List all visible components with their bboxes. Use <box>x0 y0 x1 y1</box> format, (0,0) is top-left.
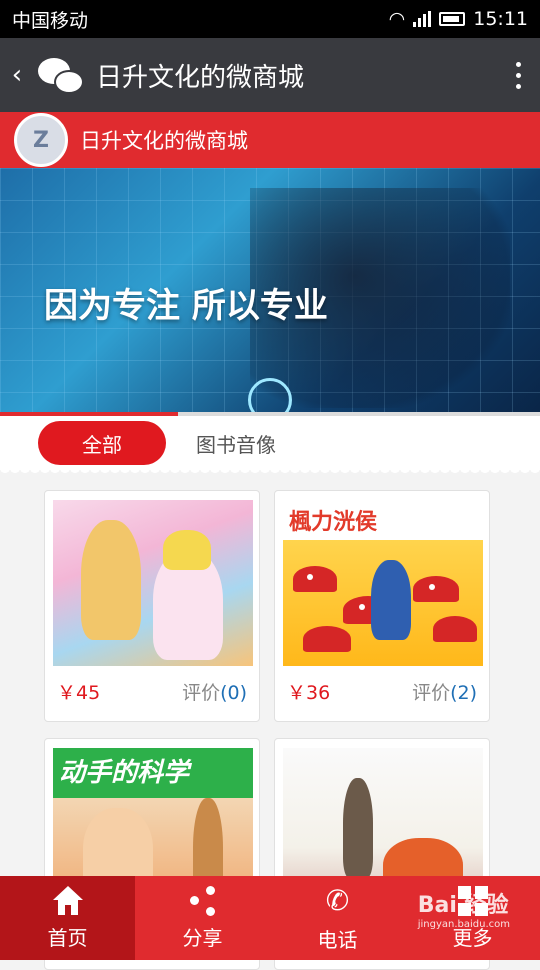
product-card[interactable]: ￥45 评价(0) <box>44 490 260 722</box>
status-icons: ◠ 15:11 <box>389 8 528 30</box>
wifi-icon: ◠ <box>389 8 406 30</box>
product-cover-title: 楓力洸侯 <box>289 504 377 536</box>
nav-share[interactable]: 分享 <box>135 876 270 960</box>
shop-header: Z 日升文化的微商城 <box>0 112 540 168</box>
nav-home-label: 首页 <box>48 922 88 951</box>
nav-phone[interactable]: ✆ 电话 <box>270 876 405 960</box>
category-tabs: 全部 图书音像 <box>0 416 540 470</box>
tab-all[interactable]: 全部 <box>38 421 166 465</box>
product-rating[interactable]: 评价(0) <box>182 678 247 705</box>
nav-share-label: 分享 <box>183 922 223 951</box>
shop-name: 日升文化的微商城 <box>80 125 248 155</box>
more-vertical-icon[interactable] <box>496 62 540 89</box>
app-bar: ‹ 日升文化的微商城 <box>0 38 540 112</box>
product-price: ￥36 <box>287 678 330 705</box>
signal-icon <box>413 11 431 27</box>
promo-banner[interactable]: 因为专注 所以专业 <box>0 168 540 416</box>
nav-home[interactable]: 首页 <box>0 876 135 960</box>
product-price: ￥45 <box>57 678 100 705</box>
share-icon <box>188 886 218 916</box>
phone-icon: ✆ <box>321 884 355 918</box>
watermark: Bai 经验 jingyan.baidu.com <box>418 887 510 930</box>
app-title: 日升文化的微商城 <box>90 57 496 94</box>
product-cover-image: 楓力洸侯 <box>283 500 483 666</box>
status-bar: 中国移动 ◠ 15:11 <box>0 0 540 38</box>
banner-slogan: 因为专注 所以专业 <box>44 278 328 327</box>
product-cover-image <box>53 500 253 666</box>
wechat-icon <box>34 50 90 100</box>
product-rating[interactable]: 评价(2) <box>412 678 477 705</box>
home-icon <box>53 886 83 916</box>
battery-icon <box>439 12 465 26</box>
back-chevron-icon[interactable]: ‹ <box>0 60 34 90</box>
tab-books-audio[interactable]: 图书音像 <box>196 429 276 458</box>
tab-divider <box>0 468 540 478</box>
product-card[interactable]: 楓力洸侯 ￥36 评价(2) <box>274 490 490 722</box>
shop-logo[interactable]: Z <box>14 113 68 167</box>
clock: 15:11 <box>473 8 528 30</box>
carrier-label: 中国移动 <box>12 6 88 33</box>
banner-circle-graphic <box>248 378 292 416</box>
nav-phone-label: 电话 <box>318 924 358 953</box>
product-cover-title: 动手的科学 <box>59 752 189 789</box>
